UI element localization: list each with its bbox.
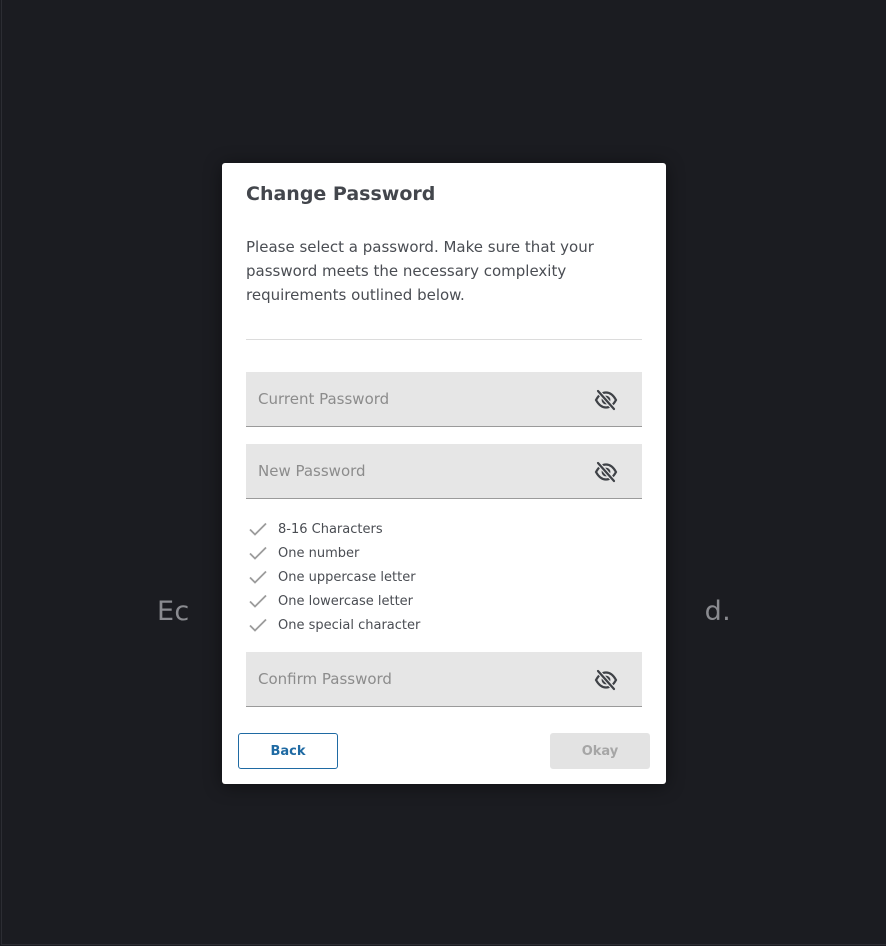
confirm-password-input[interactable] bbox=[246, 652, 642, 706]
current-password-field[interactable] bbox=[246, 372, 642, 427]
requirement-item: One uppercase letter bbox=[246, 565, 420, 589]
okay-button[interactable]: Okay bbox=[550, 733, 650, 769]
check-icon bbox=[246, 613, 270, 637]
password-requirements-list: 8-16 Characters One number One uppercase… bbox=[246, 517, 420, 637]
check-icon bbox=[246, 517, 270, 541]
back-button[interactable]: Back bbox=[238, 733, 338, 769]
requirement-label: One lowercase letter bbox=[278, 593, 414, 609]
requirement-item: One special character bbox=[246, 613, 420, 637]
requirement-label: 8-16 Characters bbox=[278, 521, 383, 537]
requirement-item: 8-16 Characters bbox=[246, 517, 420, 541]
check-icon bbox=[246, 541, 270, 565]
eye-off-icon[interactable] bbox=[594, 389, 618, 411]
check-icon bbox=[246, 565, 270, 589]
confirm-password-field[interactable] bbox=[246, 652, 642, 707]
check-icon bbox=[246, 589, 270, 613]
requirement-item: One number bbox=[246, 541, 420, 565]
dialog-description: Please select a password. Make sure that… bbox=[246, 238, 594, 304]
requirement-item: One lowercase letter bbox=[246, 589, 420, 613]
dialog-title: Change Password bbox=[246, 183, 436, 205]
requirement-label: One number bbox=[278, 545, 360, 561]
requirement-label: One special character bbox=[278, 617, 421, 633]
current-password-input[interactable] bbox=[246, 372, 642, 426]
divider bbox=[246, 339, 642, 340]
requirement-label: One uppercase letter bbox=[278, 569, 416, 585]
eye-off-icon[interactable] bbox=[594, 669, 618, 691]
change-password-dialog: Change Password Please select a password… bbox=[222, 163, 666, 784]
new-password-input[interactable] bbox=[246, 444, 642, 498]
eye-off-icon[interactable] bbox=[594, 461, 618, 483]
new-password-field[interactable] bbox=[246, 444, 642, 499]
